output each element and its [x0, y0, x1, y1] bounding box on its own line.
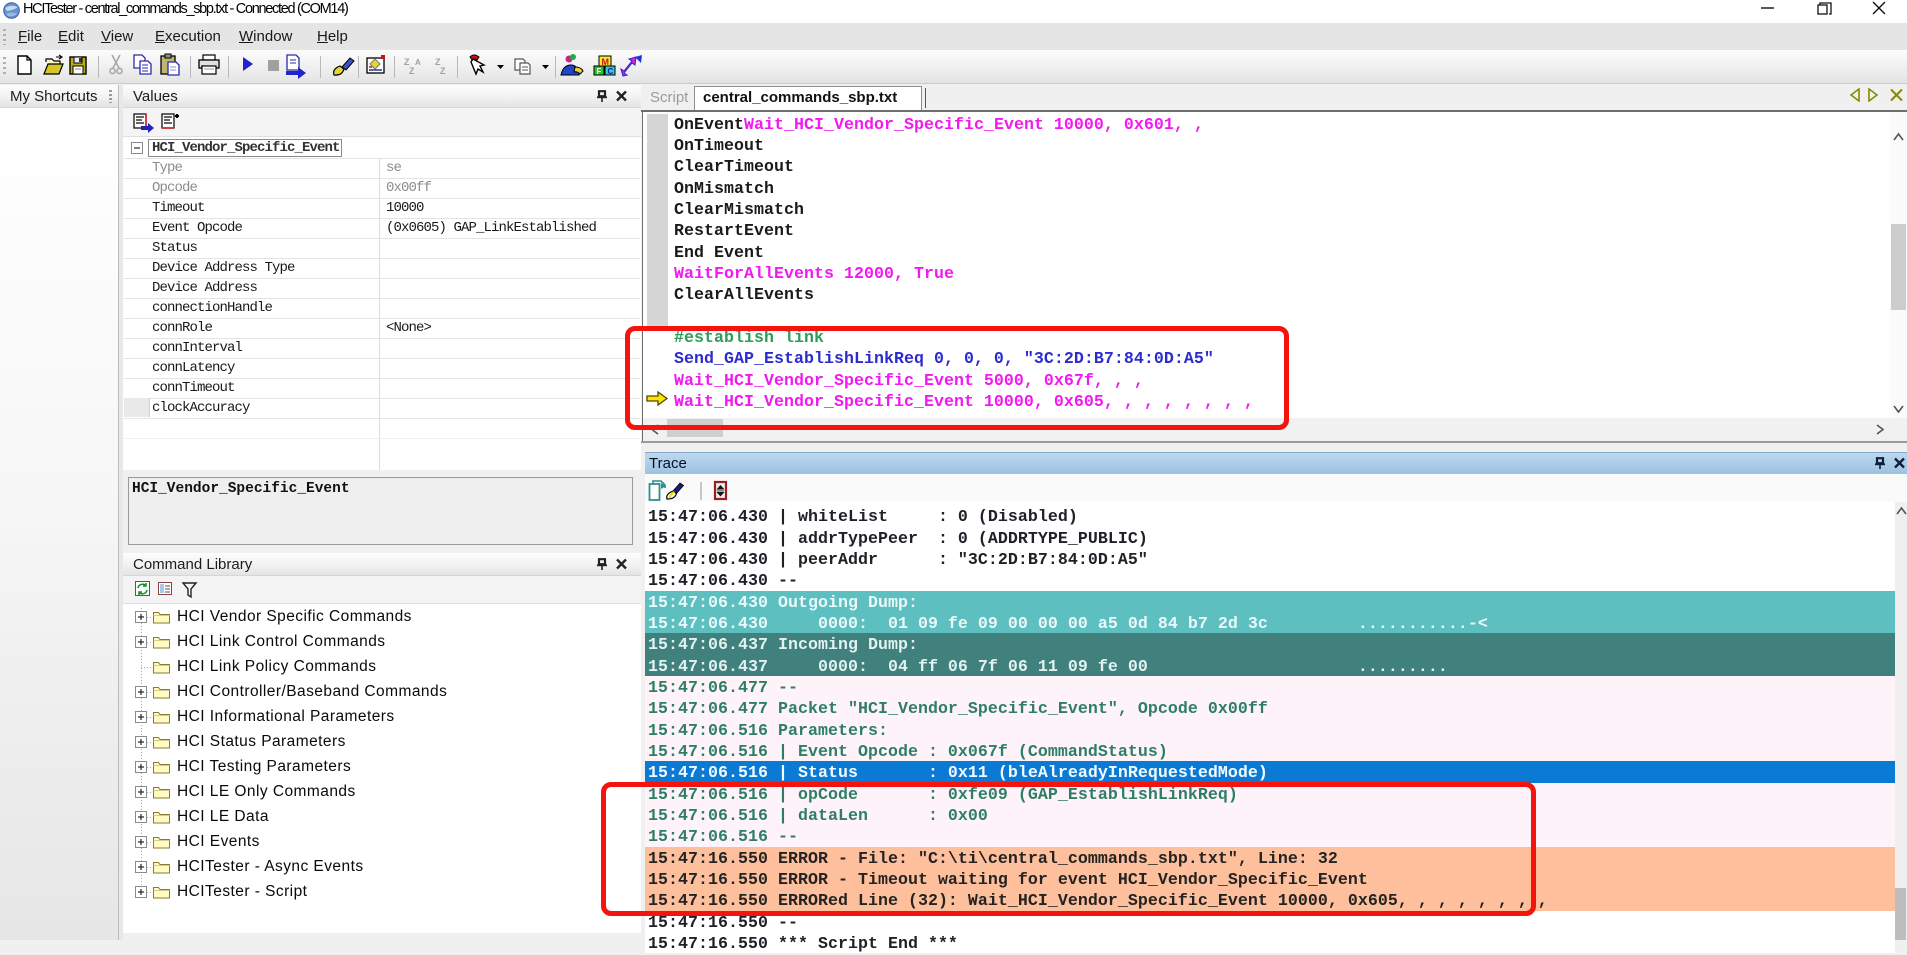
svg-text:A: A: [415, 58, 421, 67]
svg-text:F: F: [597, 67, 602, 76]
svg-text:Z: Z: [409, 66, 415, 76]
svg-text:Z: Z: [440, 66, 446, 76]
svg-text:C: C: [608, 67, 614, 76]
